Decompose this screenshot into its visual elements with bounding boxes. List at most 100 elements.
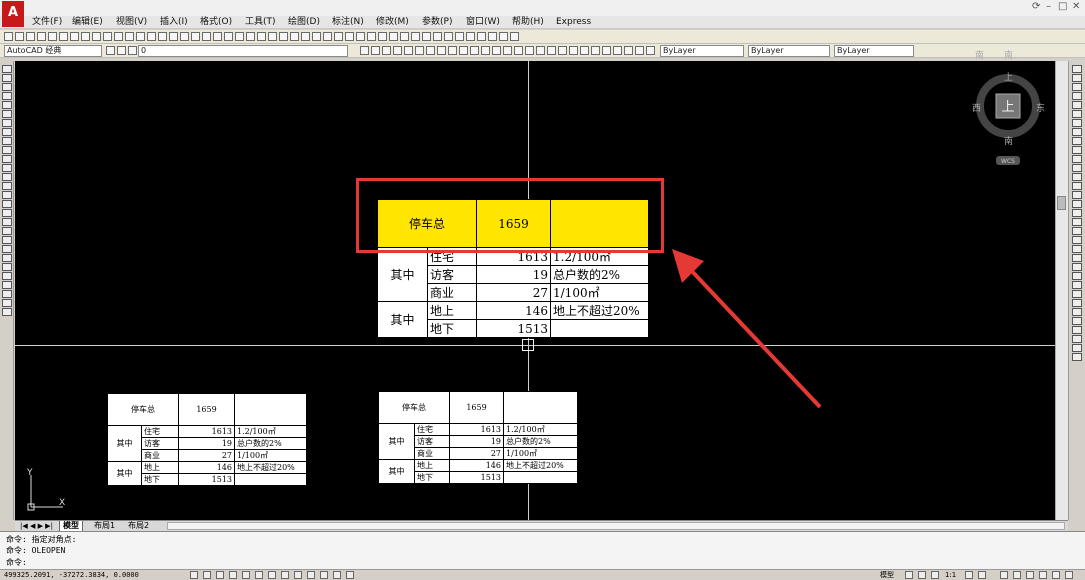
- toolbar-button-icon[interactable]: [448, 46, 457, 55]
- modify-tool-icon[interactable]: [1072, 272, 1082, 280]
- draw-tool-icon[interactable]: [2, 281, 12, 289]
- modify-tool-icon[interactable]: [1072, 227, 1082, 235]
- toolbar-button-icon[interactable]: [393, 46, 402, 55]
- menu-draw[interactable]: 绘图(D): [288, 16, 320, 29]
- toolbar-button-icon[interactable]: [290, 32, 299, 41]
- toolbar-button-icon[interactable]: [81, 32, 90, 41]
- status-toggle-icon[interactable]: [281, 571, 289, 579]
- status-toggle-icon[interactable]: [229, 571, 237, 579]
- toolbar-button-icon[interactable]: [37, 32, 46, 41]
- toolbar-button-icon[interactable]: [136, 32, 145, 41]
- minimize-button[interactable]: –: [1046, 1, 1051, 12]
- draw-tool-icon[interactable]: [2, 119, 12, 127]
- draw-tool-icon[interactable]: [2, 155, 12, 163]
- modify-tool-icon[interactable]: [1072, 353, 1082, 361]
- menu-view[interactable]: 视图(V): [116, 16, 147, 29]
- modify-tool-icon[interactable]: [1072, 236, 1082, 244]
- toolbar-button-icon[interactable]: [569, 46, 578, 55]
- status-toggle-icon[interactable]: [255, 571, 263, 579]
- toolbar-button-icon[interactable]: [257, 32, 266, 41]
- linetype-select[interactable]: ByLayer: [748, 45, 830, 57]
- status-toggle-icon[interactable]: [216, 571, 224, 579]
- toolbar-button-icon[interactable]: [510, 32, 519, 41]
- toolbar-button-icon[interactable]: [646, 46, 655, 55]
- modify-tool-icon[interactable]: [1072, 191, 1082, 199]
- status-toggle-icon[interactable]: [268, 571, 276, 579]
- lineweight-select[interactable]: ByLayer: [834, 45, 914, 57]
- scrollbar-thumb[interactable]: [1057, 196, 1066, 210]
- command-window[interactable]: 命令: 指定对角点: 命令: OLEOPEN 命令:: [0, 531, 1085, 569]
- status-toggle-icon[interactable]: [190, 571, 198, 579]
- toolbar-button-icon[interactable]: [360, 46, 369, 55]
- toolbar-button-icon[interactable]: [499, 32, 508, 41]
- modify-tool-icon[interactable]: [1072, 263, 1082, 271]
- menu-window[interactable]: 窗口(W): [466, 16, 500, 29]
- toolbar-button-icon[interactable]: [404, 46, 413, 55]
- toolbar-button-icon[interactable]: [279, 32, 288, 41]
- toolbar-button-icon[interactable]: [558, 46, 567, 55]
- toolbar-button-icon[interactable]: [345, 32, 354, 41]
- toolbar-button-icon[interactable]: [525, 46, 534, 55]
- modify-tool-icon[interactable]: [1072, 128, 1082, 136]
- draw-tool-icon[interactable]: [2, 200, 12, 208]
- toolbar-button-icon[interactable]: [466, 32, 475, 41]
- layer-select[interactable]: 0: [138, 45, 348, 57]
- toolbar-button-icon[interactable]: [382, 46, 391, 55]
- maximize-button[interactable]: □: [1058, 1, 1067, 12]
- status-tray-icon[interactable]: [1000, 571, 1008, 579]
- draw-tool-icon[interactable]: [2, 128, 12, 136]
- workspace-select[interactable]: AutoCAD 经典: [4, 45, 102, 57]
- toolbar-button-icon[interactable]: [128, 46, 137, 55]
- toolbar-button-icon[interactable]: [103, 32, 112, 41]
- status-tray-icon[interactable]: [1013, 571, 1021, 579]
- toolbar-button-icon[interactable]: [503, 46, 512, 55]
- menu-tools[interactable]: 工具(T): [245, 16, 276, 29]
- toolbar-button-icon[interactable]: [536, 46, 545, 55]
- menu-parameter[interactable]: 参数(P): [422, 16, 452, 29]
- modify-tool-icon[interactable]: [1072, 83, 1082, 91]
- modify-tool-icon[interactable]: [1072, 137, 1082, 145]
- draw-tool-icon[interactable]: [2, 101, 12, 109]
- toolbar-button-icon[interactable]: [378, 32, 387, 41]
- menu-dimension[interactable]: 标注(N): [332, 16, 364, 29]
- modify-tool-icon[interactable]: [1072, 200, 1082, 208]
- viewcube-icon[interactable]: 上 南 南 上 西 东 南 WCS: [960, 34, 1055, 174]
- status-toggle-icon[interactable]: [333, 571, 341, 579]
- status-tray-icon[interactable]: [1052, 571, 1060, 579]
- modify-tool-icon[interactable]: [1072, 74, 1082, 82]
- toolbar-button-icon[interactable]: [70, 32, 79, 41]
- modify-tool-icon[interactable]: [1072, 119, 1082, 127]
- toolbar-button-icon[interactable]: [426, 46, 435, 55]
- toolbar-button-icon[interactable]: [492, 46, 501, 55]
- toolbar-button-icon[interactable]: [125, 32, 134, 41]
- modify-tool-icon[interactable]: [1072, 326, 1082, 334]
- toolbar-button-icon[interactable]: [591, 46, 600, 55]
- toolbar-button-icon[interactable]: [224, 32, 233, 41]
- status-tray-icon[interactable]: [905, 571, 913, 579]
- menu-file[interactable]: 文件(F): [32, 16, 62, 29]
- draw-tool-icon[interactable]: [2, 209, 12, 217]
- modify-tool-icon[interactable]: [1072, 182, 1082, 190]
- horizontal-scrollbar[interactable]: [167, 522, 1065, 530]
- tab-nav-arrows-icon[interactable]: |◀ ◀ ▶ ▶|: [17, 521, 56, 531]
- color-select[interactable]: ByLayer: [660, 45, 744, 57]
- status-tray-icon[interactable]: [1039, 571, 1047, 579]
- menu-edit[interactable]: 编辑(E): [72, 16, 103, 29]
- draw-tool-icon[interactable]: [2, 65, 12, 73]
- toolbar-button-icon[interactable]: [356, 32, 365, 41]
- modify-tool-icon[interactable]: [1072, 218, 1082, 226]
- toolbar-button-icon[interactable]: [422, 32, 431, 41]
- modify-tool-icon[interactable]: [1072, 308, 1082, 316]
- parking-table-copy-1[interactable]: 停车总 1659 其中 住宅 1613 1.2/100㎡ 访客 19 总户数的2% 商业 27…: [107, 393, 307, 486]
- draw-tool-icon[interactable]: [2, 236, 12, 244]
- modify-tool-icon[interactable]: [1072, 290, 1082, 298]
- toolbar-button-icon[interactable]: [367, 32, 376, 41]
- toolbar-button-icon[interactable]: [389, 32, 398, 41]
- parking-table-copy-2[interactable]: 停车总 1659 其中 住宅 1613 1.2/100㎡ 访客 19 总户数的2% 商业 27…: [378, 391, 578, 484]
- toolbar-button-icon[interactable]: [470, 46, 479, 55]
- toolbar-button-icon[interactable]: [268, 32, 277, 41]
- toolbar-button-icon[interactable]: [158, 32, 167, 41]
- draw-tool-icon[interactable]: [2, 299, 12, 307]
- menu-format[interactable]: 格式(O): [200, 16, 232, 29]
- toolbar-button-icon[interactable]: [4, 32, 13, 41]
